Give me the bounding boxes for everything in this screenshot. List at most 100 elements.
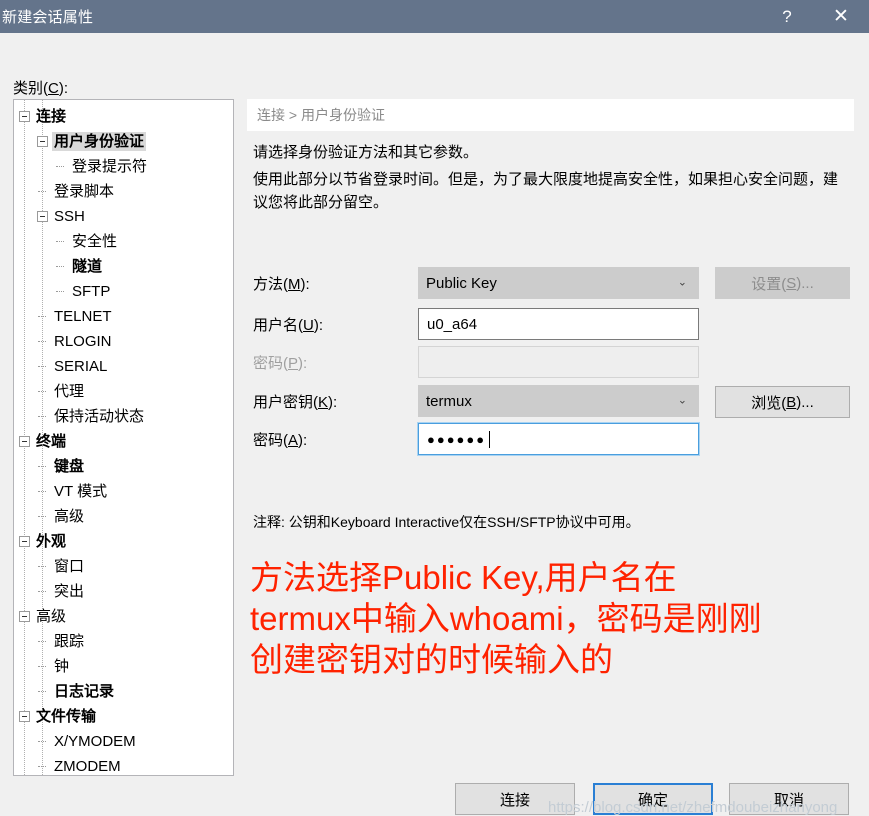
password-label-accel: P: [288, 354, 299, 372]
tree-connector-icon: [37, 411, 48, 422]
passphrase-input[interactable]: ●●●●●●: [417, 422, 700, 456]
settings-button[interactable]: 设置(S)...: [715, 267, 850, 299]
tree-item-label: 登录脚本: [54, 183, 115, 200]
tree-item[interactable]: X/YMODEM: [14, 729, 233, 754]
tree-item-label: 高级: [54, 508, 85, 525]
category-label: 类别(C):: [13, 77, 68, 98]
cancel-button[interactable]: 取消: [729, 783, 849, 815]
help-button[interactable]: ?: [761, 0, 813, 33]
tree-item-label: 键盘: [54, 458, 85, 475]
tree-item[interactable]: 代理: [14, 379, 233, 404]
tree-item[interactable]: VT 模式: [14, 479, 233, 504]
passphrase-value: ●●●●●●: [427, 431, 487, 447]
category-label-accel: C: [48, 80, 59, 97]
note-text: 注释: 公钥和Keyboard Interactive仅在SSH/SFTP协议中…: [253, 514, 640, 530]
tree-connector-icon: [37, 361, 48, 372]
tree-connector-icon: [55, 261, 66, 272]
tree-item-label: SERIAL: [54, 358, 108, 375]
password-label-prefix: 密码(: [253, 354, 288, 372]
tree-expander-icon[interactable]: [19, 711, 30, 722]
tree-item[interactable]: SERIAL: [14, 354, 233, 379]
tree-item-label: ZMODEM: [54, 758, 121, 775]
text-caret: [489, 430, 491, 448]
tree-item-label: 外观: [36, 533, 67, 550]
username-label-prefix: 用户名(: [253, 316, 303, 334]
annotation-line-3: 创建密钥对的时候输入的: [250, 641, 613, 678]
ok-button[interactable]: 确定: [593, 783, 713, 815]
password-label: 密码(P):: [253, 352, 418, 373]
tree-item[interactable]: 键盘: [14, 454, 233, 479]
tree-item-label: 安全性: [72, 233, 118, 250]
tree-item[interactable]: 跟踪: [14, 629, 233, 654]
tree-item[interactable]: 安全性: [14, 229, 233, 254]
username-input[interactable]: u0_a64: [418, 308, 699, 340]
tree-expander-icon[interactable]: [19, 611, 30, 622]
close-icon[interactable]: ✕: [813, 0, 869, 33]
tree-item[interactable]: 窗口: [14, 554, 233, 579]
tree-expander-icon[interactable]: [19, 536, 30, 547]
tree-expander-icon[interactable]: [19, 111, 30, 122]
tree-item[interactable]: 高级: [14, 604, 233, 629]
tree-expander-icon[interactable]: [37, 211, 48, 222]
tree-item[interactable]: SFTP: [14, 279, 233, 304]
tree-connector-icon: [37, 511, 48, 522]
username-label: 用户名(U):: [253, 314, 418, 335]
tree-item[interactable]: 用户身份验证: [14, 129, 233, 154]
tree-item-label: 文件传输: [36, 708, 97, 725]
tree-item[interactable]: 连接: [14, 104, 233, 129]
red-annotation: 方法选择Public Key,用户名在 termux中输入whoami，密码是刚…: [250, 557, 860, 680]
tree-item-label: 跟踪: [54, 633, 85, 650]
username-row: 用户名(U): u0_a64: [253, 308, 853, 340]
window-title: 新建会话属性: [2, 9, 94, 26]
tree-item[interactable]: 高级: [14, 504, 233, 529]
tree-item[interactable]: 日志记录: [14, 679, 233, 704]
tree-item[interactable]: 突出: [14, 579, 233, 604]
tree-item[interactable]: ZMODEM: [14, 754, 233, 775]
method-dropdown[interactable]: Public Key ⌄: [418, 267, 699, 299]
pane-description-line2: 使用此部分以节省登录时间。但是，为了最大限度地提高安全性，如果担心安全问题，建议…: [253, 171, 839, 211]
passphrase-label: 密码(A):: [253, 429, 418, 450]
tree-item[interactable]: RLOGIN: [14, 329, 233, 354]
tree-item[interactable]: 登录脚本: [14, 179, 233, 204]
settings-button-prefix: 设置(: [751, 275, 787, 293]
userkey-value: termux: [426, 392, 472, 410]
tree-item-label: X/YMODEM: [54, 733, 136, 750]
browse-button-suffix: )...: [796, 393, 814, 411]
tree-item[interactable]: 登录提示符: [14, 154, 233, 179]
tree-connector-icon: [37, 311, 48, 322]
tree-expander-icon[interactable]: [37, 136, 48, 147]
breadcrumb-text: 连接 > 用户身份验证: [257, 107, 385, 123]
tree-item[interactable]: TELNET: [14, 304, 233, 329]
userkey-label: 用户密钥(K):: [253, 391, 418, 412]
tree-item[interactable]: 隧道: [14, 254, 233, 279]
password-input: [418, 346, 699, 378]
password-label-suffix: ):: [298, 354, 308, 372]
connect-button[interactable]: 连接: [455, 783, 575, 815]
breadcrumb: 连接 > 用户身份验证: [247, 99, 854, 131]
tree-item[interactable]: 保持活动状态: [14, 404, 233, 429]
tree-item[interactable]: 钟: [14, 654, 233, 679]
userkey-dropdown[interactable]: termux ⌄: [418, 385, 699, 417]
tree-connector-icon: [37, 386, 48, 397]
tree-item-label: 终端: [36, 433, 67, 450]
passphrase-label-accel: A: [288, 431, 299, 449]
tree-item-label: 突出: [54, 583, 85, 600]
password-row: 密码(P):: [253, 346, 853, 378]
tree-item-label: 代理: [54, 383, 85, 400]
tree-item-label: 窗口: [54, 558, 85, 575]
chevron-down-icon: ⌄: [677, 394, 687, 407]
tree-item[interactable]: 外观: [14, 529, 233, 554]
category-tree[interactable]: 连接 用户身份验证 登录提示符登录脚本 SSH 安全性隧道 SFTP TELNET RLOGI…: [13, 99, 234, 776]
passphrase-label-suffix: ):: [298, 431, 308, 449]
tree-expander-icon[interactable]: [19, 436, 30, 447]
tree-item[interactable]: SSH: [14, 204, 233, 229]
tree-item[interactable]: 文件传输: [14, 704, 233, 729]
passphrase-row: 密码(A): ●●●●●●: [253, 422, 853, 456]
method-label-suffix: ):: [300, 275, 310, 293]
tree-connector-icon: [37, 636, 48, 647]
category-label-prefix: 类别(: [13, 80, 48, 97]
tree-item[interactable]: 终端: [14, 429, 233, 454]
title-bar-buttons: ? ✕: [761, 0, 869, 33]
passphrase-label-prefix: 密码(: [253, 431, 288, 449]
browse-button[interactable]: 浏览(B)...: [715, 386, 850, 418]
